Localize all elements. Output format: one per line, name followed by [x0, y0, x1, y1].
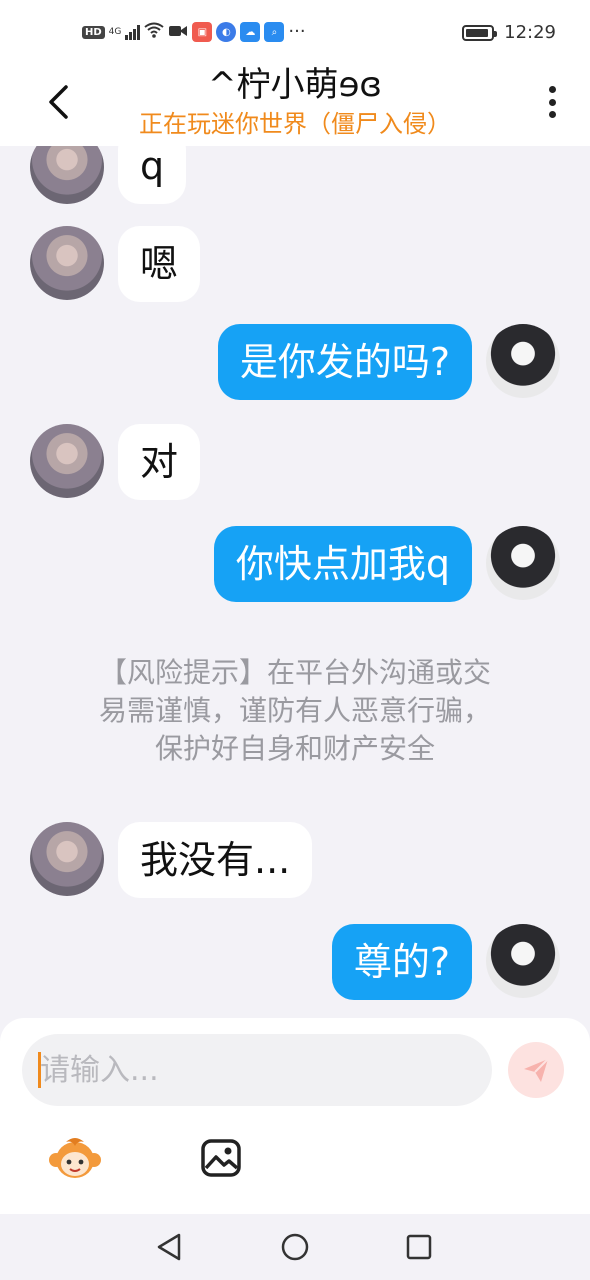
nav-back-button[interactable]: [152, 1230, 186, 1264]
signal-icon: [125, 24, 141, 40]
status-left: HD 4G ▣ ◐ ☁ ⌕ ···: [82, 22, 306, 42]
cloud-icon: ☁: [240, 22, 261, 42]
contact-name: ^柠小萌ɘɞ: [208, 65, 382, 105]
my-avatar[interactable]: [486, 526, 560, 600]
risk-notice: 【风险提示】在平台外沟通或交 易需谨慎，谨防有人恶意行骗， 保护好自身和财产安全: [60, 654, 530, 768]
dot: [548, 111, 556, 118]
send-button[interactable]: [508, 1042, 564, 1098]
search-app-icon: ⌕: [264, 22, 285, 42]
contact-avatar[interactable]: [30, 146, 104, 204]
message-input-box[interactable]: [22, 1034, 492, 1106]
image-icon: [201, 1139, 241, 1177]
circle-home-icon: [281, 1233, 309, 1261]
my-avatar[interactable]: [486, 924, 560, 998]
hd-badge: HD: [82, 25, 105, 39]
status-right: 12:29: [462, 22, 556, 43]
battery-fill: [466, 28, 488, 37]
message-bubble-incoming[interactable]: 嗯: [118, 226, 201, 302]
contact-avatar[interactable]: [30, 424, 104, 498]
contact-avatar[interactable]: [30, 822, 104, 896]
emoji-button[interactable]: [48, 1136, 102, 1180]
square-recent-icon: [406, 1234, 432, 1260]
my-avatar[interactable]: [486, 324, 560, 398]
notice-line: 保护好自身和财产安全: [154, 732, 435, 765]
image-button[interactable]: [194, 1136, 248, 1180]
more-notifications: ···: [288, 21, 306, 42]
compose-panel: [0, 1018, 590, 1214]
status-bar: HD 4G ▣ ◐ ☁ ⌕ ··· 12:29: [0, 0, 590, 64]
video-icon: [168, 23, 188, 42]
wifi-icon: [144, 22, 164, 42]
chat-header: ^柠小萌ɘɞ 正在玩迷你世界（僵尸入侵）: [0, 64, 590, 146]
message-input[interactable]: [40, 1034, 480, 1106]
vertical-dots-icon: [548, 86, 556, 93]
app-notification-icon: ▣: [192, 22, 213, 42]
message-bubble-incoming[interactable]: 我没有...: [118, 822, 313, 898]
system-nav-bar: [0, 1214, 590, 1280]
message-bubble-outgoing[interactable]: 尊的?: [331, 924, 472, 1000]
paper-plane-icon: [524, 1058, 549, 1082]
nav-recent-button[interactable]: [402, 1230, 436, 1264]
message-bubble-incoming[interactable]: 对: [118, 424, 201, 500]
message-bubble-incoming[interactable]: q: [118, 146, 187, 204]
dot: [548, 98, 556, 106]
clock: 12:29: [504, 22, 556, 43]
message-bubble-outgoing[interactable]: 是你发的吗?: [217, 324, 472, 400]
contact-avatar[interactable]: [30, 226, 104, 300]
nav-home-button[interactable]: [278, 1230, 312, 1264]
chat-list[interactable]: q 嗯 是你发的吗? 对 你快点加我q 【风险提示】在平台外沟通或交 易需谨慎，…: [0, 146, 590, 1020]
notice-line: 易需谨慎，谨防有人恶意行骗，: [98, 694, 491, 727]
message-bubble-outgoing[interactable]: 你快点加我q: [213, 526, 472, 602]
triangle-back-icon: [157, 1233, 181, 1261]
browser-icon: ◐: [216, 22, 237, 42]
battery-icon: [462, 24, 498, 41]
monkey-emoji-icon: [49, 1138, 101, 1178]
notice-line: 【风险提示】在平台外沟通或交: [98, 656, 491, 689]
contact-status: 正在玩迷你世界（僵尸入侵）: [139, 110, 451, 138]
more-button[interactable]: [542, 82, 562, 122]
network-type: 4G: [108, 27, 122, 37]
